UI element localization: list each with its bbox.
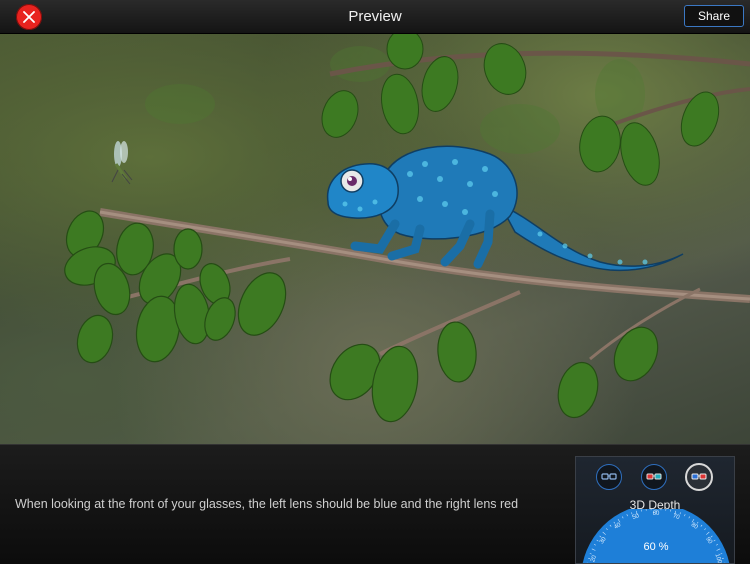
depth-value: 60 % <box>643 541 668 553</box>
blue-red-glasses-button[interactable] <box>685 463 713 491</box>
glasses-icon <box>601 472 617 482</box>
mosquito <box>112 141 132 184</box>
depth-control-panel: 3D Depth 2030405060708090100 60 % <box>575 456 735 564</box>
glasses-icon <box>691 472 707 482</box>
share-button[interactable]: Share <box>684 5 744 27</box>
top-bar: Preview Share <box>0 0 750 34</box>
glasses-instruction-text: When looking at the front of your glasse… <box>15 497 518 511</box>
bottom-panel: When looking at the front of your glasse… <box>0 444 750 564</box>
dial-tick-label: 60 <box>653 511 660 517</box>
glasses-icon <box>646 472 662 482</box>
red-cyan-glasses-button[interactable] <box>641 464 667 490</box>
page-title: Preview <box>0 8 750 25</box>
depth-dial[interactable]: 2030405060708090100 60 % <box>576 509 735 564</box>
anaglyph-preview-image <box>0 34 750 444</box>
red-blue-glasses-button[interactable] <box>596 464 622 490</box>
chameleon-illustration <box>0 34 750 444</box>
